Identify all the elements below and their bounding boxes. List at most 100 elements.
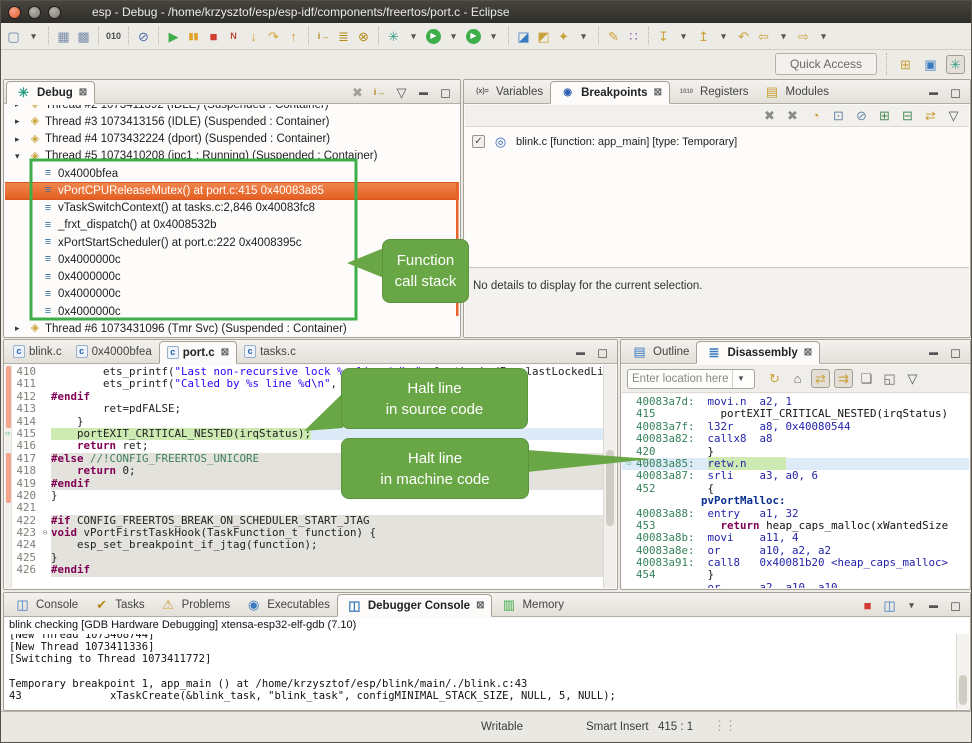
tab-debugger-console[interactable]: ◫Debugger Console⊠	[337, 594, 493, 617]
mark-occurrences-button[interactable]: ✎	[604, 27, 623, 46]
tab-executables[interactable]: ◉Executables	[237, 593, 337, 616]
window-close-button[interactable]	[8, 6, 21, 19]
debug-thread-row[interactable]: ▸◈Thread #4 1073432224 (dport) (Suspende…	[5, 131, 459, 148]
resume-button[interactable]: ▶	[164, 27, 183, 46]
code-line[interactable]: 426#endif	[13, 564, 603, 576]
dropdown[interactable]: ▾	[902, 596, 921, 615]
minimize-button[interactable]: ▬	[924, 83, 943, 102]
line-number[interactable]: 418	[13, 465, 39, 477]
collapse-all-button[interactable]: ⊟	[898, 106, 917, 125]
tab-port-c[interactable]: cport.c⊠	[159, 341, 237, 364]
maximize-button[interactable]: ◻	[593, 343, 612, 362]
dropdown[interactable]: ▾	[404, 27, 423, 46]
maximize-button[interactable]: ◻	[436, 83, 455, 102]
debug-thread-row[interactable]: ▸◈Thread #6 1073431096 (Tmr Svc) (Suspen…	[5, 320, 459, 336]
disconnect-button[interactable]: N	[224, 27, 243, 46]
display-console-button[interactable]: ◫	[880, 596, 899, 615]
new-wizard-button[interactable]: ▢	[4, 27, 23, 46]
tab-outline[interactable]: ▤Outline	[623, 340, 696, 363]
goto-annotation-button[interactable]: ↥	[694, 27, 713, 46]
breakpoint-tools-button[interactable]: ⊗	[354, 27, 373, 46]
window-maximize-button[interactable]	[48, 6, 61, 19]
follow-pc-button[interactable]: ⇉	[834, 369, 853, 388]
line-number[interactable]: 413	[13, 403, 39, 415]
remove-all-breakpoints-button[interactable]: ✖	[783, 106, 802, 125]
dropdown[interactable]: ▾	[674, 27, 693, 46]
minimize-button[interactable]: ▬	[924, 596, 943, 615]
remove-breakpoint-button[interactable]: ✖	[760, 106, 779, 125]
editor-annotation-ruler[interactable]	[5, 365, 12, 588]
refresh-button[interactable]: ↻	[765, 369, 784, 388]
maximize-button[interactable]: ◻	[946, 83, 965, 102]
debug-thread-row[interactable]: ▾◈Thread #5 1073410208 (ipc1 : Running) …	[5, 148, 459, 165]
window-minimize-button[interactable]	[28, 6, 41, 19]
new-view-button[interactable]: ❏	[857, 369, 876, 388]
debug-stack-frame-row[interactable]: ≡vTaskSwitchContext() at tasks.c:2,846 0…	[5, 200, 459, 217]
maximize-button[interactable]: ◻	[946, 343, 965, 362]
tab-close-icon[interactable]: ⊠	[221, 347, 229, 358]
debug-thread-row[interactable]: ▸◈Thread #3 1073413156 (IDLE) (Suspended…	[5, 113, 459, 130]
tab-console[interactable]: ◫Console	[6, 593, 85, 616]
tab-variables[interactable]: (x)=Variables	[466, 80, 550, 103]
dropdown[interactable]: ▾	[714, 27, 733, 46]
last-edit-location-button[interactable]: ↧	[654, 27, 673, 46]
disassembly-listing[interactable]: 40083a7d: movi.n a2, 1415 portEXIT_CRITI…	[622, 394, 969, 588]
dropdown[interactable]: ▾	[484, 27, 503, 46]
cpp-perspective-button[interactable]: ▣	[921, 55, 940, 74]
minimize-button[interactable]: ▬	[571, 343, 590, 362]
line-number[interactable]: 411	[13, 378, 39, 390]
collapse-arrow-icon[interactable]: ▾	[15, 151, 28, 162]
skip-breakpoints-toggle-button[interactable]: ⊘	[852, 106, 871, 125]
binary-console-button[interactable]: 010	[104, 27, 123, 46]
dropdown[interactable]: ▾	[24, 27, 43, 46]
status-drag-handle[interactable]: ⋮⋮	[713, 718, 735, 734]
debug-thread-row[interactable]: ▸◈Thread #2 1073411392 (IDLE) (Suspended…	[5, 105, 459, 113]
run-button[interactable]: ▶	[426, 29, 441, 44]
minimize-button[interactable]: ▬	[414, 83, 433, 102]
breakpoint-row[interactable]: ✓ ◎ blink.c [function: app_main] [type: …	[465, 127, 969, 156]
dropdown[interactable]: ▾	[444, 27, 463, 46]
tab-close-icon[interactable]: ⊠	[654, 87, 662, 98]
disassembly-instruction-line[interactable]: or a2, a10, a10	[622, 582, 969, 588]
tab-tasks-c[interactable]: ctasks.c	[237, 340, 303, 363]
open-view-button[interactable]: ◱	[880, 369, 899, 388]
minimize-button[interactable]: ▬	[924, 343, 943, 362]
instruction-stepping-button[interactable]: i→	[314, 27, 333, 46]
location-combo[interactable]: Enter location here ▼	[627, 369, 755, 389]
open-element-button[interactable]: ◩	[534, 27, 553, 46]
debug-stack-frame-row[interactable]: ≡_frxt_dispatch() at 0x4008532b	[5, 217, 459, 234]
tab-disassembly[interactable]: ≣Disassembly⊠	[696, 341, 820, 364]
sync-selection-button[interactable]: ⇄	[811, 369, 830, 388]
tab-memory[interactable]: ▥Memory	[492, 593, 571, 616]
line-number[interactable]: 416	[13, 440, 39, 452]
step-into-button[interactable]: ↓	[244, 27, 263, 46]
dropdown[interactable]: ▾	[774, 27, 793, 46]
tab-close-icon[interactable]: ⊠	[804, 347, 812, 358]
search-button[interactable]: ✦	[554, 27, 573, 46]
home-button[interactable]: ⌂	[788, 369, 807, 388]
back-button[interactable]: ⇦	[754, 27, 773, 46]
view-menu-button[interactable]: ▽	[392, 83, 411, 102]
open-perspective-button[interactable]: ⊞	[896, 55, 915, 74]
tab-registers[interactable]: 1010Registers	[670, 80, 756, 103]
terminate-button[interactable]: ■	[204, 27, 223, 46]
debug-perspective-button[interactable]: ✳	[946, 55, 965, 74]
editor-scrollbar[interactable]	[603, 365, 616, 588]
expand-all-button[interactable]: ⊞	[875, 106, 894, 125]
back-history-button[interactable]: ↶	[734, 27, 753, 46]
dropdown[interactable]: ▾	[814, 27, 833, 46]
debug-launch-button[interactable]: ✳	[384, 27, 403, 46]
link-with-debug-button[interactable]: ⇄	[921, 106, 940, 125]
step-return-button[interactable]: ↑	[284, 27, 303, 46]
tab-0x4000bfea[interactable]: c0x4000bfea	[69, 340, 159, 363]
save-all-button[interactable]: ▩	[74, 27, 93, 46]
show-annotations-button[interactable]: ∷	[624, 27, 643, 46]
external-tools-button[interactable]: ▶	[466, 29, 481, 44]
debug-stack-frame-row[interactable]: ≡vPortCPUReleaseMutex() at port.c:415 0x…	[5, 182, 459, 199]
console-output[interactable]: [New Thread 1073468744][New Thread 10734…	[5, 634, 969, 709]
line-number[interactable]: 424	[13, 539, 39, 551]
expand-arrow-icon[interactable]: ▸	[15, 105, 28, 110]
new-cpp-project-button[interactable]: ◪	[514, 27, 533, 46]
goto-breakpoint-file-button[interactable]: ⊡	[829, 106, 848, 125]
show-view-pin-button[interactable]: ≣	[334, 27, 353, 46]
